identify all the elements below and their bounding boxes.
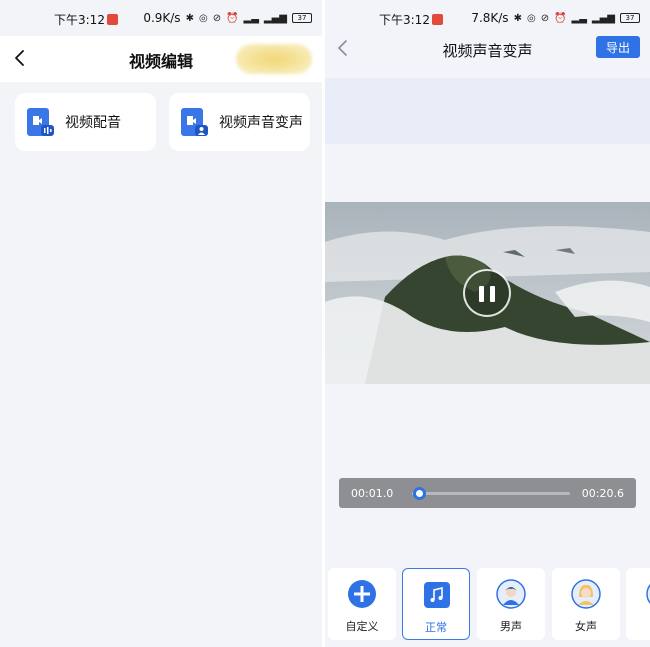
network-speed: 0.9K/s [143, 11, 181, 25]
female-avatar-icon [571, 579, 601, 609]
total-time: 00:20.6 [581, 487, 624, 500]
voice-option-custom[interactable]: 自定义 [328, 568, 396, 640]
wifi-weak-icon: ▂▃ [243, 12, 259, 24]
voice-label: 男声 [500, 620, 522, 633]
preview-top-band [325, 78, 650, 144]
vpn-icon: ◎ [198, 12, 208, 24]
alarm-icon: ⏰ [226, 12, 239, 24]
voice-option-normal[interactable]: 正常 [402, 568, 470, 640]
card-label: 视频声音变声 [219, 115, 303, 131]
voice-label: 女声 [575, 620, 597, 633]
pause-button[interactable] [463, 269, 511, 317]
mute-icon: ⊘ [212, 12, 222, 24]
battery-icon: 37 [620, 13, 640, 23]
playback-timeline: 00:01.0 00:20.6 [339, 478, 636, 508]
current-time: 00:01.0 [351, 487, 394, 500]
blurred-badge [236, 44, 312, 74]
voice-option-more[interactable] [626, 568, 650, 640]
progress-slider-handle[interactable] [413, 487, 427, 500]
status-indicators: 7.8K/s ✱ ◎ ⊘ ⏰ ▂▃ ▂▄▆ 37 [471, 11, 640, 25]
next-voice-avatar-icon [646, 584, 650, 604]
status-bar: 下午3:12 7.8K/s ✱ ◎ ⊘ ⏰ ▂▃ ▂▄▆ 37 [325, 0, 650, 36]
notification-badge-icon [106, 14, 118, 25]
voice-label: 正常 [425, 621, 447, 634]
export-button[interactable]: 导出 [596, 36, 640, 58]
status-time: 下午3:12 [379, 13, 430, 27]
network-speed: 7.8K/s [471, 11, 509, 25]
mute-icon: ⊘ [540, 12, 550, 24]
card-video-dub[interactable]: 视频配音 [15, 93, 156, 151]
status-time: 下午3:12 [54, 13, 105, 27]
plus-circle-icon [348, 580, 376, 608]
header-bar: 视频编辑 [0, 36, 322, 82]
notification-badge-icon [431, 14, 443, 25]
battery-icon: 37 [292, 13, 312, 23]
signal-icon: ▂▄▆ [591, 12, 615, 24]
voice-option-male[interactable]: 男声 [477, 568, 545, 640]
voice-option-female[interactable]: 女声 [552, 568, 620, 640]
card-label: 视频配音 [65, 115, 121, 131]
video-voice-change-icon [181, 108, 208, 136]
pause-icon [490, 286, 495, 302]
status-time-group: 下午3:12 [379, 11, 443, 28]
voice-label: 自定义 [345, 620, 379, 633]
status-indicators: 0.9K/s ✱ ◎ ⊘ ⏰ ▂▃ ▂▄▆ 37 [143, 11, 312, 25]
alarm-icon: ⏰ [554, 12, 567, 24]
progress-track[interactable] [412, 492, 570, 495]
card-video-voice-change[interactable]: 视频声音变声 [169, 93, 310, 151]
video-preview[interactable] [325, 202, 650, 384]
video-edit-screen: 下午3:12 0.9K/s ✱ ◎ ⊘ ⏰ ▂▃ ▂▄▆ 37 视频编辑 视频配… [0, 0, 322, 647]
wifi-weak-icon: ▂▃ [571, 12, 587, 24]
voice-options: 自定义 正常 男声 女声 [325, 568, 650, 640]
header-bar: 视频声音变声 导出 [325, 36, 650, 78]
signal-icon: ▂▄▆ [263, 12, 287, 24]
video-dub-icon [27, 108, 54, 136]
status-bar: 下午3:12 0.9K/s ✱ ◎ ⊘ ⏰ ▂▃ ▂▄▆ 37 [0, 0, 322, 36]
male-avatar-icon [496, 579, 526, 609]
bluetooth-icon: ✱ [513, 12, 522, 24]
music-note-icon [424, 582, 450, 608]
vpn-icon: ◎ [526, 12, 536, 24]
pause-icon [479, 286, 484, 302]
voice-change-screen: 下午3:12 7.8K/s ✱ ◎ ⊘ ⏰ ▂▃ ▂▄▆ 37 视频声音变声 导… [325, 0, 650, 647]
status-time-group: 下午3:12 [54, 11, 118, 28]
bluetooth-icon: ✱ [185, 12, 194, 24]
